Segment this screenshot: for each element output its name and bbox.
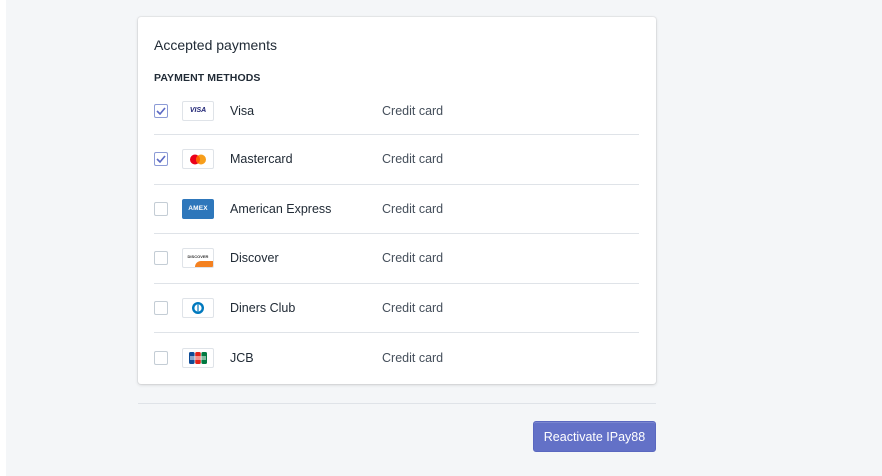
method-name: Diners Club [230,300,296,315]
mastercard-logo [182,149,214,170]
list-item-discover: DISCOVER Discover Credit card [154,234,639,284]
visa-logo: VISA [182,100,214,121]
method-name: Visa [230,103,255,118]
discover-stripe [195,261,213,268]
discover-logo: DISCOVER [182,248,214,269]
method-type: Credit card [382,300,444,315]
list-item-diners-club: Diners Club Credit card [154,284,639,333]
american-express-checkbox[interactable] [154,201,168,216]
discover-logo-text: DISCOVER [187,254,209,260]
jcb-logo [182,347,214,368]
accepted-payments-card: Accepted payments PAYMENT METHODS VISA V… [138,17,656,384]
list-item-mastercard: Mastercard Credit card [154,135,639,185]
amex-logo-text: AMEX [188,205,208,213]
method-name: JCB [230,350,254,365]
list-item-visa: VISA Visa Credit card [154,95,639,135]
method-name: Discover [230,251,279,266]
checkmark-icon [156,155,166,164]
amex-logo: AMEX [182,198,214,219]
left-edge-strip [0,0,6,476]
visa-checkbox[interactable] [154,103,168,118]
diners-club-checkbox[interactable] [154,300,168,315]
visa-logo-text: VISA [189,107,207,114]
list-item-jcb: JCB Credit card [154,333,639,383]
section-label: PAYMENT METHODS [154,72,261,84]
mastercard-checkbox[interactable] [154,152,168,167]
card-title: Accepted payments [154,37,277,53]
list-item-american-express: AMEX American Express Credit card [154,185,639,234]
method-name: American Express [230,201,332,216]
footer-divider [138,403,656,404]
diners-club-logo [182,297,214,318]
checkmark-icon [156,106,166,115]
discover-checkbox[interactable] [154,251,168,266]
method-type: Credit card [382,251,444,266]
method-type: Credit card [382,201,444,216]
jcb-checkbox[interactable] [154,350,168,365]
method-type: Credit card [382,103,444,118]
payment-methods-list: VISA Visa Credit card Mastercard Credit … [154,95,639,383]
method-name: Mastercard [230,152,293,167]
method-type: Credit card [382,350,444,365]
reactivate-ipay88-button[interactable]: Reactivate IPay88 [533,421,656,452]
method-type: Credit card [382,152,444,167]
